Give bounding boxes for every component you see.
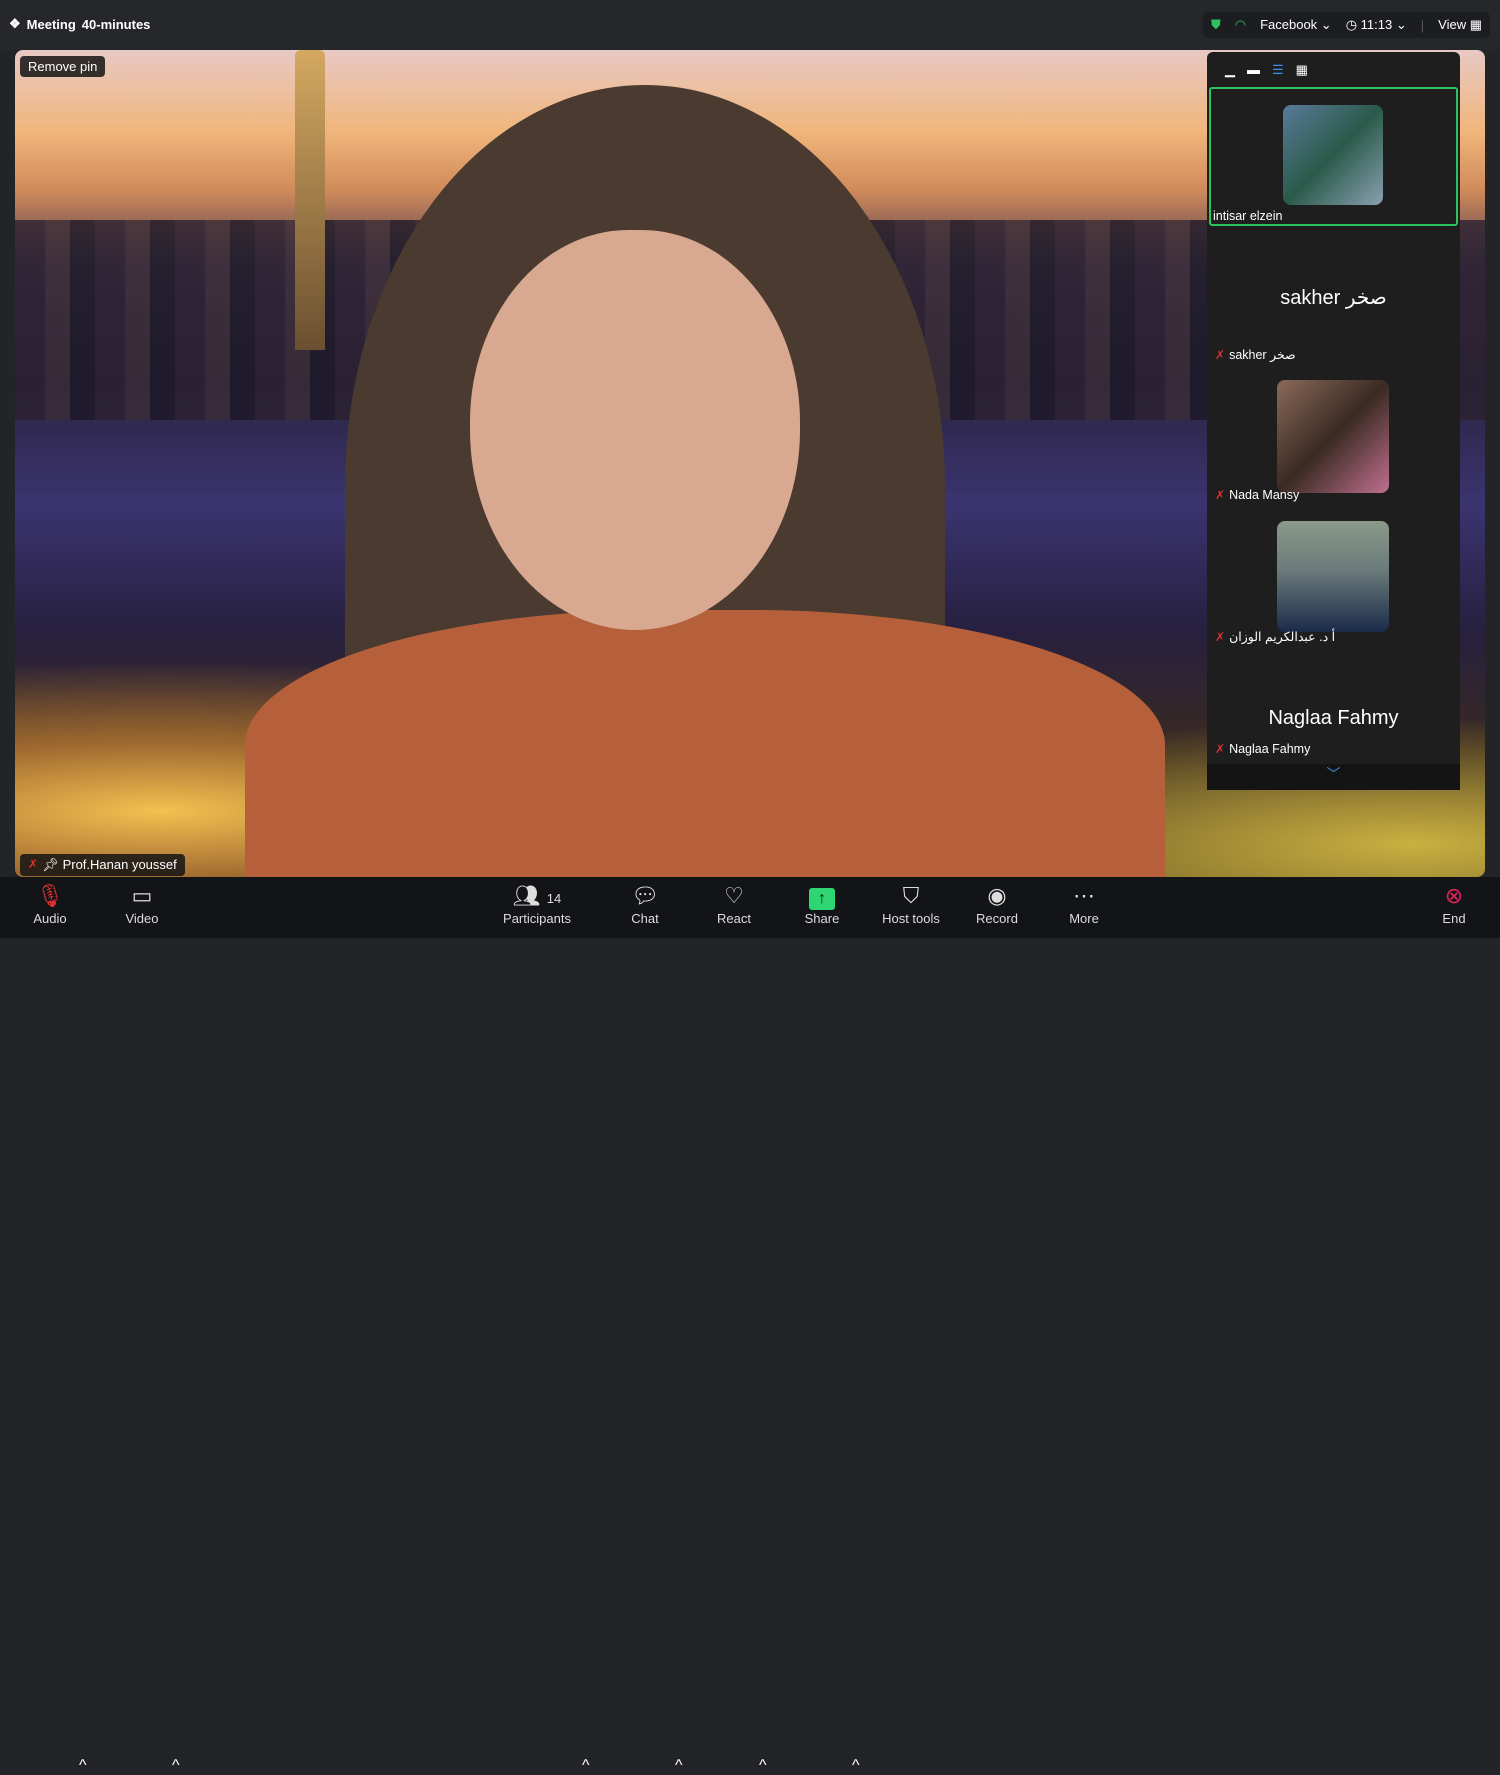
more-icon: ⋯ (1064, 881, 1104, 911)
shield-icon[interactable]: ⛊ (1211, 17, 1221, 33)
meeting-timer: 40-minutes (82, 17, 151, 32)
speaker-label: ✗ 📌︎ Prof.Hanan youssef (20, 854, 185, 876)
participants-icon: ❖ (9, 16, 21, 32)
strip-view-icon[interactable]: ☰ (1272, 62, 1284, 78)
shield-icon: ⛉ (878, 881, 944, 911)
chat-button[interactable]: 💬︎Chat (625, 881, 665, 926)
meeting-info[interactable]: ❖ Meeting 40-minutes (9, 16, 150, 32)
participant-name: intisar elzein (1213, 209, 1282, 223)
share-options-chevron-icon[interactable]: ^ (852, 1757, 860, 1775)
react-button[interactable]: ♡React (714, 881, 754, 926)
chat-icon: 💬︎ (625, 881, 665, 911)
participant-name: Nada Mansy (1229, 488, 1299, 502)
heart-icon: ♡ (714, 881, 754, 911)
audio-button[interactable]: 🎙︎Audio (28, 881, 72, 926)
remove-pin-button[interactable]: Remove pin (20, 56, 105, 77)
participants-button[interactable]: 👥︎ 14Participants (500, 881, 574, 926)
live-stream-icon: ◠ (1235, 17, 1246, 33)
participant-photo (1283, 105, 1383, 205)
speaker-name: Prof.Hanan youssef (63, 857, 177, 873)
participant-display-name: Naglaa Fahmy (1209, 707, 1458, 730)
top-right-controls: ⛊ ◠ Facebook ⌄ ◷ 11:13 ⌄ | View ▦ (1203, 12, 1490, 38)
video-camera-icon: ▭ (120, 881, 164, 911)
muted-mic-icon: ✗ (1215, 742, 1225, 756)
top-bar: ❖ Meeting 40-minutes ⛊ ◠ Facebook ⌄ ◷ 11… (0, 0, 1500, 50)
react-options-chevron-icon[interactable]: ^ (759, 1757, 767, 1775)
host-tools-button[interactable]: ⛉Host tools (878, 881, 944, 926)
participant-panel: ▁ ▬ ☰ ▦ intisar elzein sakher صخر ✗sakhe… (1207, 52, 1460, 790)
participant-name: Naglaa Fahmy (1229, 742, 1310, 756)
view-button[interactable]: View ▦ (1438, 17, 1482, 33)
participant-count: 14 (547, 891, 561, 906)
record-button[interactable]: ◉Record (972, 881, 1022, 926)
layout-switcher: ▁ ▬ ☰ ▦ (1225, 62, 1308, 78)
muted-mic-icon: ✗ (1215, 630, 1225, 644)
participant-photo (1277, 380, 1389, 493)
chat-options-chevron-icon[interactable]: ^ (675, 1757, 683, 1775)
meeting-title: Meeting (27, 17, 76, 32)
participants-options-chevron-icon[interactable]: ^ (582, 1757, 590, 1775)
participant-tile[interactable]: Naglaa Fahmy ✗ Naglaa Fahmy (1209, 662, 1458, 762)
video-options-chevron-icon[interactable]: ^ (172, 1757, 180, 1775)
more-button[interactable]: ⋯More (1064, 881, 1104, 926)
participants-icon: 👥︎ (513, 883, 541, 908)
participant-name: sakher صخر (1229, 347, 1296, 362)
participant-photo (1277, 521, 1389, 632)
video-button[interactable]: ▭Video (120, 881, 164, 926)
share-arrow-icon: ↑ (809, 888, 835, 910)
minimize-icon[interactable]: ▁ (1225, 62, 1235, 78)
muted-mic-icon: ✗ (1215, 348, 1225, 362)
speaker-scarf (245, 610, 1165, 877)
end-icon: ⊗ (1436, 881, 1472, 911)
share-button[interactable]: ↑Share (802, 881, 842, 926)
participant-tile[interactable]: ✗ أ د. عبدالكريم الوزان (1209, 519, 1458, 649)
clock-dropdown[interactable]: ◷ 11:13 ⌄ (1346, 17, 1407, 33)
stream-dropdown[interactable]: Facebook ⌄ (1260, 17, 1332, 33)
participant-tile[interactable]: sakher صخر ✗ sakher صخر (1209, 230, 1458, 366)
audio-options-chevron-icon[interactable]: ^ (79, 1757, 87, 1775)
scroll-down-chevron-icon[interactable]: ﹀ (1207, 764, 1460, 790)
participant-tile[interactable]: intisar elzein (1209, 87, 1458, 226)
pin-icon: 📌︎ (42, 857, 59, 873)
participant-name: أ د. عبدالكريم الوزان (1229, 629, 1335, 644)
muted-mic-icon: 🎙︎ (28, 881, 72, 911)
grid-view-icon[interactable]: ▦ (1296, 62, 1308, 78)
record-icon: ◉ (972, 881, 1022, 911)
muted-mic-icon: ✗ (28, 857, 38, 873)
participant-tile[interactable]: ✗ Nada Mansy (1209, 378, 1458, 508)
speaker-face (470, 230, 800, 630)
end-button[interactable]: ⊗End (1436, 881, 1472, 926)
meeting-toolbar: 🎙︎Audio ^ ▭Video ^ 👥︎ 14Participants ^ 💬… (0, 877, 1500, 938)
participant-display-name: sakher صخر (1209, 285, 1458, 310)
tower-background (295, 50, 325, 350)
muted-mic-icon: ✗ (1215, 488, 1225, 502)
single-view-icon[interactable]: ▬ (1247, 62, 1260, 78)
